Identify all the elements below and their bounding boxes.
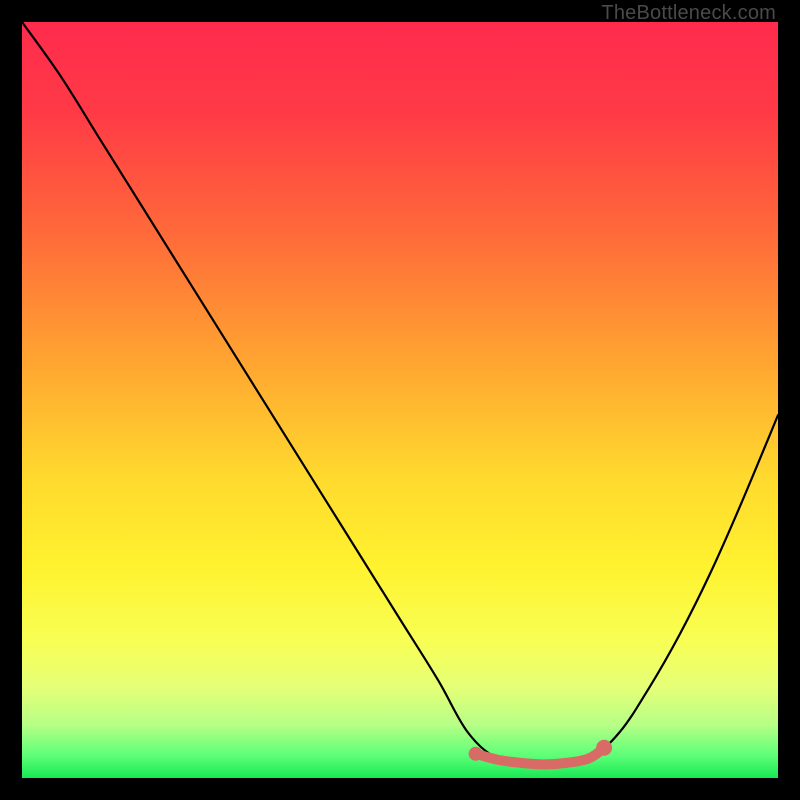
optimal-range-markers	[469, 740, 613, 765]
bottleneck-curve	[22, 22, 778, 768]
optimal-range-endpoint	[469, 747, 483, 761]
optimal-range-line	[476, 748, 605, 765]
plot-area	[22, 22, 778, 778]
chart-frame: { "watermark": "TheBottleneck.com", "col…	[0, 0, 800, 800]
curve-layer	[22, 22, 778, 778]
optimal-range-endpoint	[596, 740, 612, 756]
